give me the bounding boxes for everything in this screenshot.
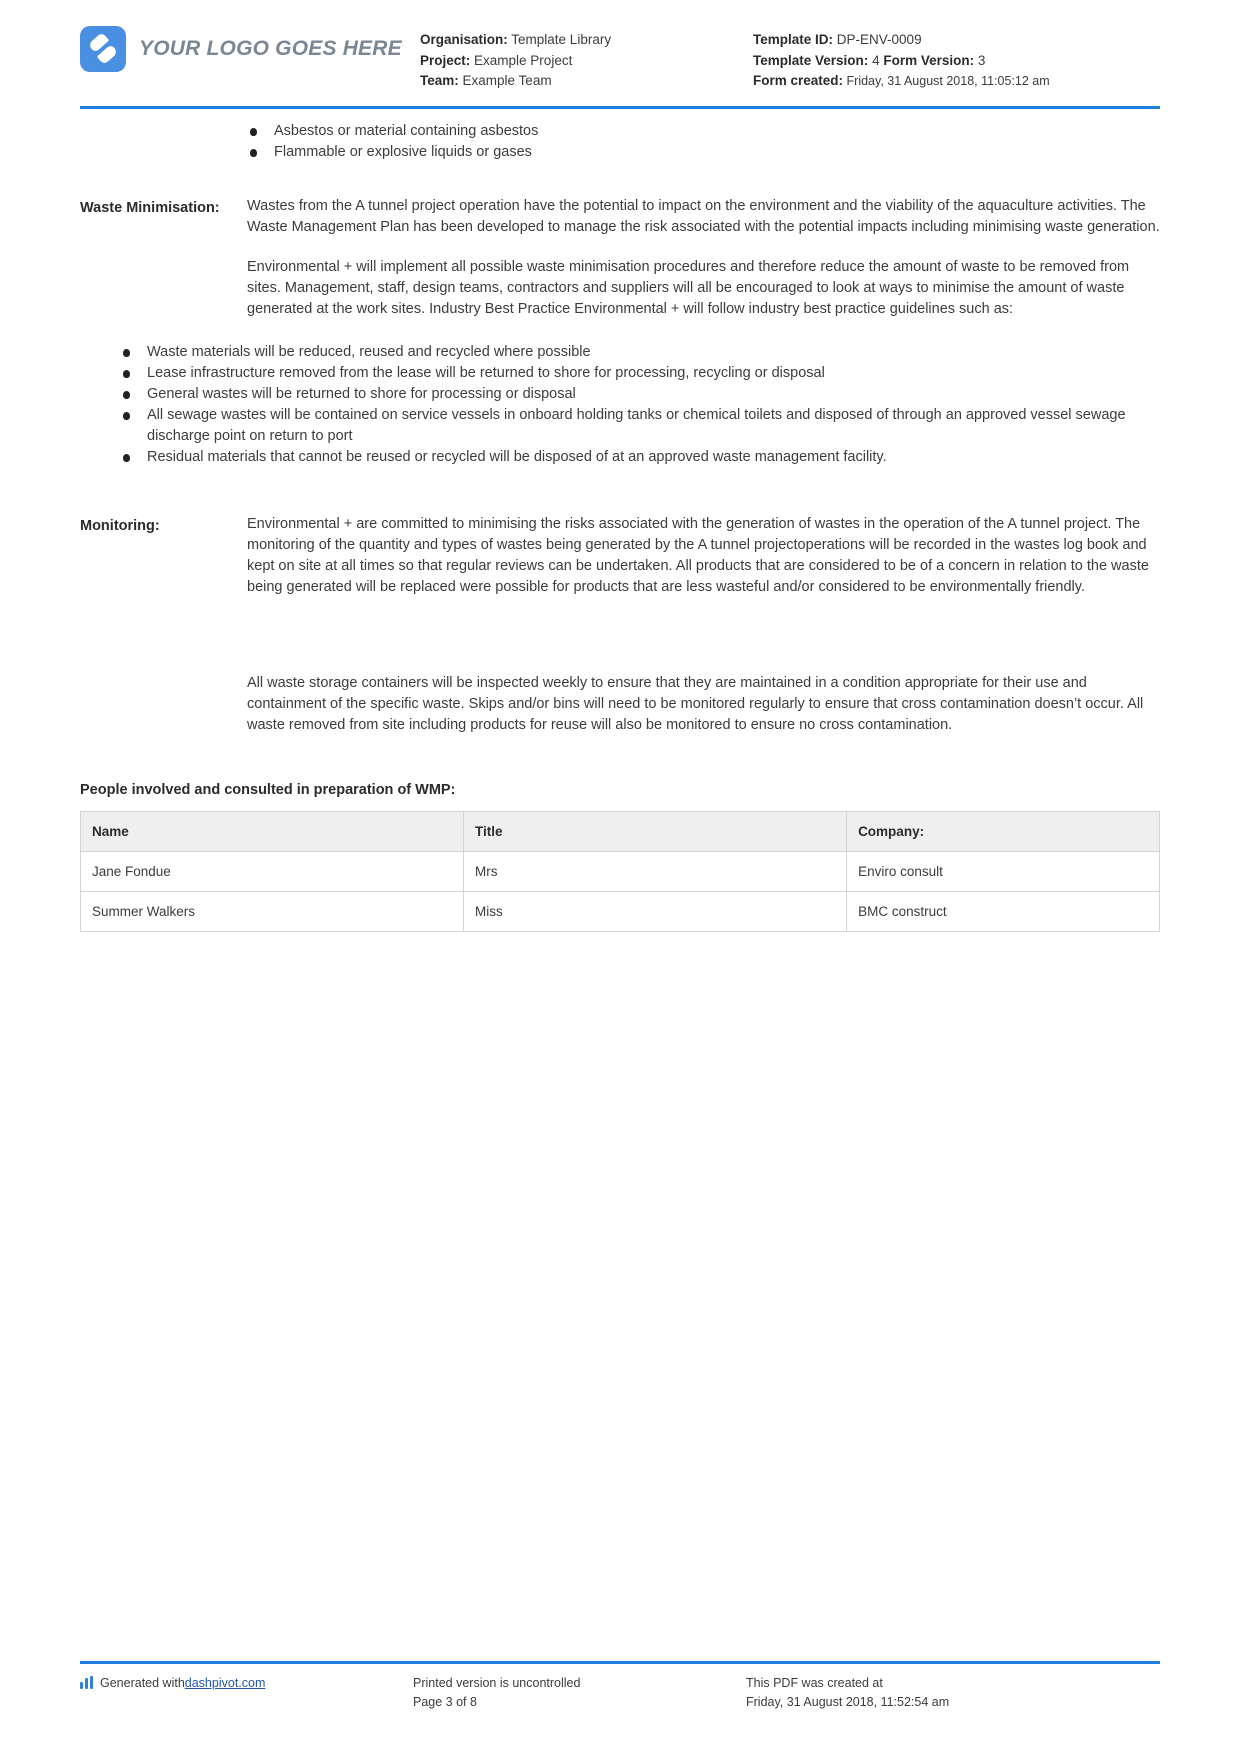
- section-body-waste-minimisation: Wastes from the A tunnel project operati…: [247, 196, 1160, 320]
- cell-name: Jane Fondue: [79, 851, 465, 892]
- people-table: Name Title Company: Jane Fondue Mrs Envi…: [79, 811, 1160, 932]
- pdf-created-value: Friday, 31 August 2018, 11:52:54 am: [746, 1695, 950, 1709]
- column-header-name: Name: [79, 811, 465, 852]
- page-header: YOUR LOGO GOES HERE Organisation: Templa…: [0, 0, 1240, 100]
- bar-chart-icon: [80, 1676, 93, 1689]
- header-meta-left: Organisation: Template Library Project: …: [420, 22, 753, 92]
- section-label-waste-minimisation: Waste Minimisation:: [80, 200, 220, 216]
- list-item: Waste materials will be reduced, reused …: [121, 342, 1160, 363]
- cell-company: Enviro consult: [846, 851, 1160, 892]
- list-item: Residual materials that cannot be reused…: [121, 447, 1160, 468]
- template-id-label: Template ID:: [753, 32, 834, 47]
- project-value: Example Project: [474, 52, 573, 68]
- template-id-line: Template ID: DP-ENV-0009: [753, 30, 1160, 51]
- page-number-text: Page 3 of 8: [413, 1695, 477, 1709]
- team-value: Example Team: [462, 73, 552, 88]
- list-item: All sewage wastes will be contained on s…: [121, 405, 1160, 447]
- waste-minimisation-bullet-list: Waste materials will be reduced, reused …: [80, 342, 1160, 468]
- cell-company: BMC construct: [846, 891, 1160, 932]
- document-content: Waste Minimisation: Wastes from the A tu…: [0, 196, 1240, 932]
- cell-title: Mrs: [463, 851, 848, 892]
- page-footer: Generated with dashpivot.com Printed ver…: [0, 1661, 1240, 1712]
- list-item: Flammable or explosive liquids or gases: [248, 142, 1240, 163]
- section-waste-minimisation: Waste Minimisation: Wastes from the A tu…: [80, 196, 1160, 320]
- cell-title: Miss: [463, 891, 848, 932]
- table-header-row: Name Title Company:: [79, 811, 1160, 852]
- section-monitoring: Monitoring: Environmental + are committe…: [80, 514, 1160, 736]
- document-page: YOUR LOGO GOES HERE Organisation: Templa…: [0, 0, 1240, 1754]
- footer-print-notice: Printed version is uncontrolled Page 3 o…: [413, 1674, 746, 1712]
- footer-pdf-created: This PDF was created at Friday, 31 Augus…: [746, 1674, 1160, 1712]
- section-label-monitoring: Monitoring:: [80, 518, 160, 534]
- continued-bullet-list: Asbestos or material containing asbestos…: [248, 121, 1240, 163]
- list-item: Asbestos or material containing asbestos: [248, 121, 1240, 142]
- dashpivot-link[interactable]: dashpivot.com: [185, 1674, 266, 1693]
- project-line: Project: Example Project: [420, 51, 753, 72]
- paragraph: Environmental + will implement all possi…: [247, 259, 1130, 317]
- list-item: General wastes will be returned to shore…: [121, 384, 1160, 405]
- column-header-company: Company:: [846, 811, 1160, 852]
- list-item: Lease infrastructure removed from the le…: [121, 363, 1160, 384]
- people-table-title: People involved and consulted in prepara…: [80, 782, 456, 798]
- section-body-monitoring: Environmental + are committed to minimis…: [247, 514, 1160, 736]
- generated-with-text: Generated with: [100, 1676, 185, 1690]
- organisation-label: Organisation:: [420, 32, 508, 47]
- template-version-value: 4: [872, 52, 880, 68]
- organisation-value: Template Library: [511, 32, 612, 47]
- logo-text: YOUR LOGO GOES HERE: [139, 37, 402, 60]
- header-meta-right: Template ID: DP-ENV-0009 Template Versio…: [753, 22, 1160, 92]
- form-created-value: Friday, 31 August 2018, 11:05:12 am: [846, 74, 1050, 88]
- organisation-line: Organisation: Template Library: [420, 30, 753, 51]
- form-created-label: Form created:: [753, 73, 844, 88]
- printed-notice-text: Printed version is uncontrolled: [413, 1676, 581, 1690]
- form-created-line: Form created: Friday, 31 August 2018, 11…: [753, 71, 1160, 92]
- form-version-label: Form Version:: [883, 52, 975, 68]
- form-version-value: 3: [977, 52, 986, 68]
- table-row: Jane Fondue Mrs Enviro consult: [79, 851, 1160, 892]
- team-line: Team: Example Team: [420, 71, 753, 92]
- continued-bullet-section: Asbestos or material containing asbestos…: [0, 109, 1240, 163]
- footer-divider: [80, 1661, 1160, 1664]
- template-version-label: Template Version:: [753, 52, 869, 68]
- company-logo-icon: [80, 26, 126, 72]
- column-header-title: Title: [463, 811, 848, 852]
- table-row: Summer Walkers Miss BMC construct: [79, 891, 1160, 932]
- pdf-created-label: This PDF was created at: [746, 1676, 883, 1690]
- template-id-value: DP-ENV-0009: [836, 32, 922, 47]
- paragraph: All waste storage containers will be ins…: [247, 675, 1144, 733]
- logo-block: YOUR LOGO GOES HERE: [80, 22, 420, 72]
- footer-generated-with: Generated with dashpivot.com: [80, 1674, 413, 1693]
- paragraph: Wastes from the A tunnel project operati…: [247, 198, 1160, 235]
- cell-name: Summer Walkers: [79, 891, 465, 932]
- project-label: Project:: [420, 52, 471, 68]
- version-line: Template Version: 4 Form Version: 3: [753, 51, 1160, 72]
- paragraph: Environmental + are committed to minimis…: [247, 516, 1149, 595]
- team-label: Team:: [420, 73, 459, 88]
